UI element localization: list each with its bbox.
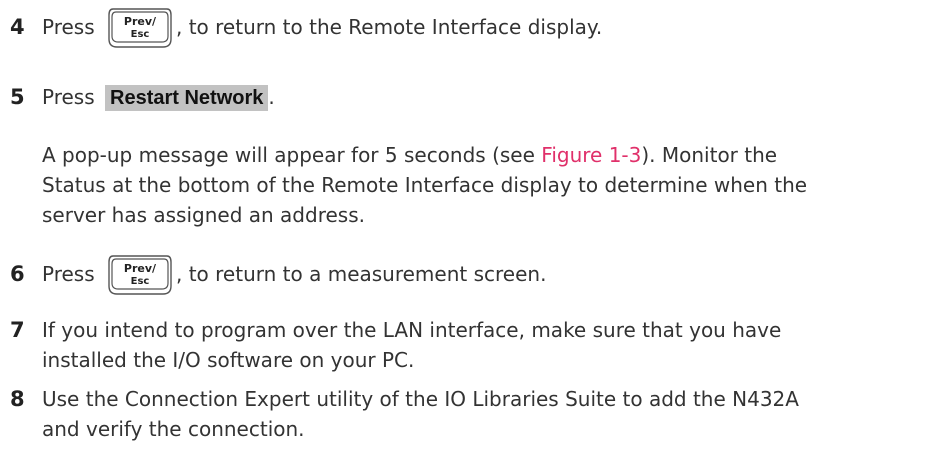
step-6: 6 Press Prev/ Esc , to return to a measu… — [10, 254, 932, 295]
key-label-top: Prev/ — [124, 15, 157, 28]
step-number: 8 — [10, 387, 25, 411]
step-text-before: Press — [42, 85, 95, 109]
note-line-1: A pop-up message will appear for 5 secon… — [42, 143, 778, 167]
step-5-note: A pop-up message will appear for 5 secon… — [42, 140, 807, 230]
step-text-after: , to return to the Remote Interface disp… — [176, 15, 603, 39]
key-label-bottom: Esc — [131, 29, 150, 40]
step-text-before: Press — [42, 262, 95, 286]
step-8: 8 Use the Connection Expert utility of t… — [10, 384, 932, 444]
step-8-line-2: and verify the connection. — [42, 417, 305, 441]
note-line-2: Status at the bottom of the Remote Inter… — [42, 173, 808, 197]
step-7: 7 If you intend to program over the LAN … — [10, 315, 932, 375]
key-label-top: Prev/ — [124, 262, 157, 275]
step-text: Press Restart Network. — [42, 82, 932, 112]
step-4: 4 Press Prev/ Esc , to return to the Rem… — [10, 7, 932, 48]
step-number: 7 — [10, 318, 25, 342]
step-7-line-2: installed the I/O software on your PC. — [42, 348, 415, 372]
step-5: 5 Press Restart Network. — [10, 82, 932, 112]
step-text: Use the Connection Expert utility of the… — [42, 384, 932, 444]
step-text-after: . — [268, 85, 275, 109]
step-number: 4 — [10, 15, 25, 39]
step-number: 6 — [10, 262, 25, 286]
step-8-line-1: Use the Connection Expert utility of the… — [42, 387, 799, 411]
note-line-3: server has assigned an address. — [42, 203, 365, 227]
step-text: Press Prev/ Esc , to return to a measure… — [42, 254, 932, 295]
step-number: 5 — [10, 85, 25, 109]
step-text-after: , to return to a measurement screen. — [176, 262, 547, 286]
prev-esc-key-icon: Prev/ Esc — [105, 5, 175, 51]
step-text: If you intend to program over the LAN in… — [42, 315, 932, 375]
key-label-bottom: Esc — [131, 276, 150, 287]
step-text-before: Press — [42, 15, 95, 39]
step-text: Press Prev/ Esc , to return to the Remot… — [42, 7, 932, 48]
step-7-line-1: If you intend to program over the LAN in… — [42, 318, 782, 342]
figure-1-3-link[interactable]: Figure 1-3 — [541, 143, 641, 167]
restart-network-softkey: Restart Network — [105, 85, 269, 111]
prev-esc-key-icon: Prev/ Esc — [105, 252, 175, 298]
